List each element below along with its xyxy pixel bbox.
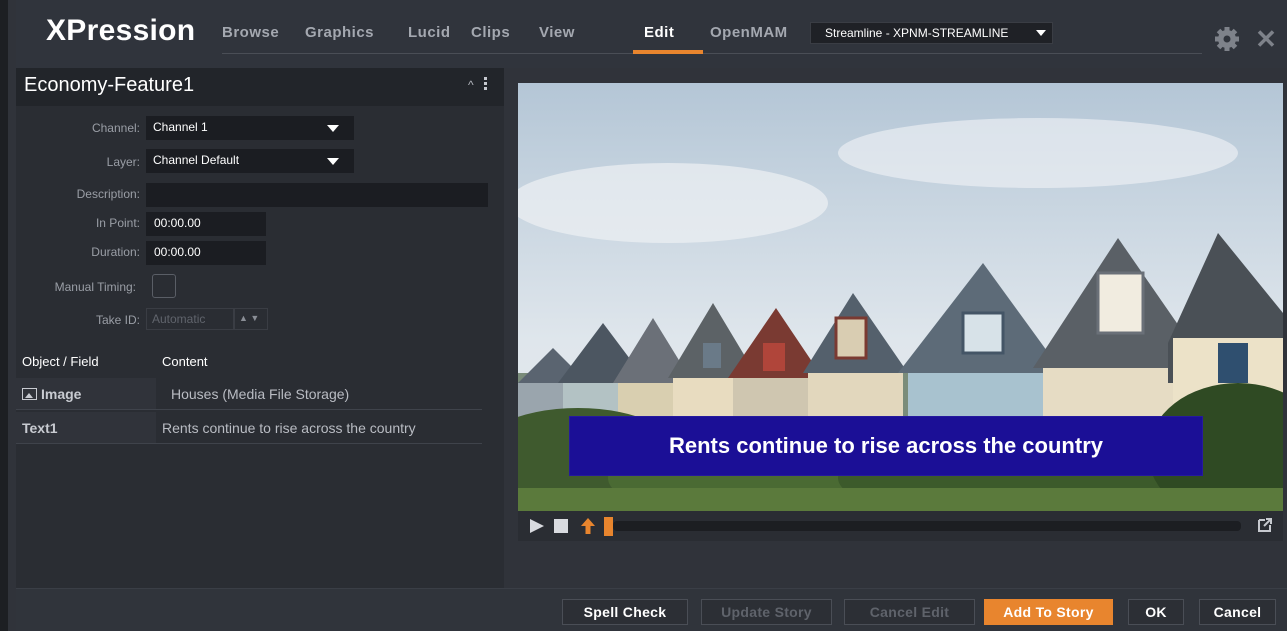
object-cell: Image	[16, 378, 156, 409]
gear-icon[interactable]	[1212, 24, 1242, 54]
more-options-icon[interactable]	[484, 77, 490, 93]
playback-controls	[518, 511, 1283, 541]
table-header: Object / Field Content	[16, 348, 504, 376]
column-header-content: Content	[162, 354, 208, 369]
duration-label: Duration:	[91, 245, 140, 259]
top-navigation-bar: XPression Browse Graphics Lucid Clips Vi…	[16, 0, 1287, 68]
description-field[interactable]	[146, 183, 488, 207]
tab-track	[222, 53, 1202, 54]
application-window: XPression Browse Graphics Lucid Clips Vi…	[0, 0, 1287, 631]
table-row[interactable]: Image Houses (Media File Storage)	[16, 378, 482, 410]
server-select[interactable]: Streamline - XPNM-STREAMLINE	[810, 22, 1053, 44]
preview-viewport: Rents continue to rise across the countr…	[518, 83, 1283, 511]
spell-check-button[interactable]: Spell Check	[562, 599, 688, 625]
manual-timing-label: Manual Timing:	[54, 280, 136, 294]
playhead-handle[interactable]	[604, 517, 613, 536]
properties-panel: Economy-Feature1 ^ Channel: Channel 1 La…	[16, 68, 504, 588]
cancel-button[interactable]: Cancel	[1199, 599, 1276, 625]
take-id-field[interactable]: Automatic	[146, 308, 234, 330]
ok-button[interactable]: OK	[1128, 599, 1184, 625]
duration-field[interactable]: 00:00.00	[146, 241, 266, 265]
app-logo: XPression	[46, 14, 196, 47]
close-icon[interactable]: ✕	[1252, 24, 1280, 54]
table-row[interactable]: Text1 Rents continue to rise across the …	[16, 412, 482, 444]
active-tab-indicator	[633, 50, 703, 54]
chevron-up-icon[interactable]: ^	[468, 78, 474, 92]
layer-select-value: Channel Default	[153, 153, 240, 167]
content-cell[interactable]: Rents continue to rise across the countr…	[162, 420, 416, 436]
up-arrow-icon[interactable]	[578, 516, 598, 536]
in-point-label: In Point:	[95, 216, 140, 230]
chevron-down-icon	[327, 158, 339, 165]
chevron-down-icon	[327, 125, 339, 132]
popout-icon[interactable]	[1257, 517, 1273, 533]
chevron-down-icon	[1036, 30, 1046, 36]
server-select-value: Streamline - XPNM-STREAMLINE	[825, 26, 1009, 40]
preview-area: Rents continue to rise across the countr…	[504, 68, 1287, 588]
channel-select[interactable]: Channel 1	[146, 116, 354, 140]
tab-clips[interactable]: Clips	[471, 24, 510, 41]
layer-select[interactable]: Channel Default	[146, 149, 354, 173]
lower-third-graphic: Rents continue to rise across the countr…	[569, 416, 1203, 476]
tab-graphics[interactable]: Graphics	[305, 24, 374, 41]
image-icon	[22, 388, 37, 400]
tab-edit[interactable]: Edit	[644, 24, 674, 41]
column-header-object: Object / Field	[22, 354, 99, 369]
panel-title: Economy-Feature1	[24, 74, 195, 96]
manual-timing-checkbox[interactable]	[152, 274, 176, 298]
tab-lucid[interactable]: Lucid	[408, 24, 451, 41]
object-cell: Text1	[16, 412, 156, 443]
action-bar: Spell Check Update Story Cancel Edit Add…	[16, 588, 1287, 631]
stop-icon[interactable]	[554, 519, 568, 533]
timeline-scrubber[interactable]	[613, 521, 1241, 531]
channel-label: Channel:	[91, 121, 140, 135]
tab-browse[interactable]: Browse	[222, 24, 279, 41]
add-to-story-button[interactable]: Add To Story	[984, 599, 1113, 625]
object-name: Text1	[22, 420, 58, 436]
channel-select-value: Channel 1	[153, 120, 208, 134]
take-id-stepper[interactable]: ▲ ▼	[234, 308, 268, 330]
play-icon[interactable]	[530, 519, 544, 533]
update-story-button[interactable]: Update Story	[701, 599, 832, 625]
cancel-edit-button[interactable]: Cancel Edit	[844, 599, 975, 625]
take-id-label: Take ID:	[95, 313, 140, 327]
description-label: Description:	[76, 187, 140, 201]
in-point-field[interactable]: 00:00.00	[146, 212, 266, 236]
layer-label: Layer:	[106, 155, 140, 169]
object-name: Image	[41, 386, 82, 402]
content-cell[interactable]: Houses (Media File Storage)	[171, 386, 349, 402]
tab-view[interactable]: View	[539, 24, 575, 41]
tab-openmam[interactable]: OpenMAM	[710, 24, 788, 41]
